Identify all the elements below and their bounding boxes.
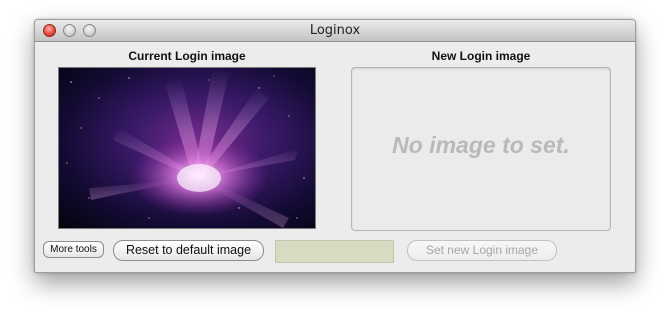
galaxy-image xyxy=(59,68,315,228)
new-login-image-drop[interactable]: No image to set. xyxy=(351,67,611,231)
window-title: Loginox xyxy=(309,23,361,38)
current-login-image xyxy=(58,67,316,229)
new-image-label: New Login image xyxy=(431,49,531,63)
title-bar[interactable]: Loginox xyxy=(35,20,635,42)
loginox-window: Loginox Current Login image New Login im… xyxy=(34,19,636,273)
current-image-label: Current Login image xyxy=(128,49,246,63)
set-new-login-image-button[interactable]: Set new Login image xyxy=(407,240,557,261)
no-image-placeholder: No image to set. xyxy=(392,132,570,158)
more-tools-button[interactable]: More tools xyxy=(43,241,104,258)
status-field xyxy=(275,240,394,263)
reset-default-image-button[interactable]: Reset to default image xyxy=(113,240,264,261)
